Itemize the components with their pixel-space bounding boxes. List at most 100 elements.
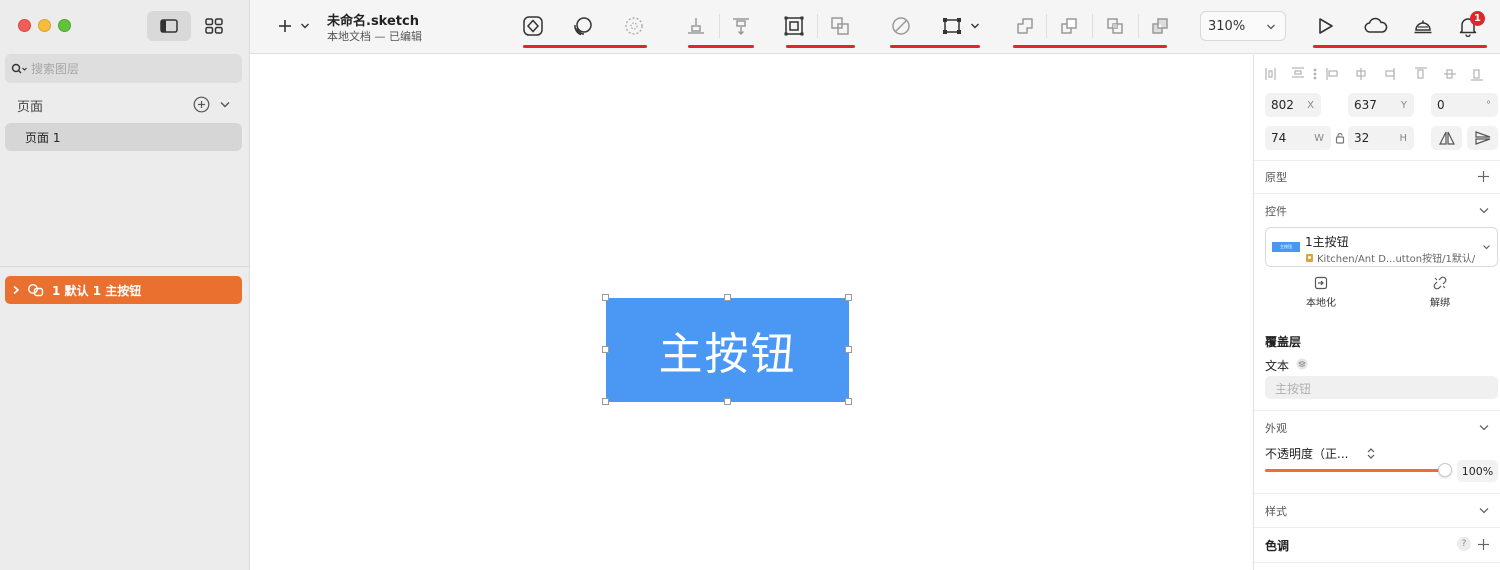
chevron-down-icon[interactable] (1478, 206, 1490, 215)
symbol-name: 1主按钮 (1305, 235, 1349, 249)
add-tint-icon[interactable] (1477, 538, 1490, 551)
updown-chevron-icon[interactable] (1366, 447, 1376, 460)
opacity-slider[interactable] (1265, 463, 1452, 477)
symbol-path-text: Kitchen/Ant D...utton按钮/1默认/ (1317, 254, 1476, 265)
toolbar-separator (1046, 14, 1047, 38)
intersect-icon (1107, 18, 1123, 34)
align-bottom-icon (688, 18, 704, 34)
shared-style-button[interactable] (568, 11, 598, 41)
resize-handle[interactable] (845, 294, 852, 301)
symbol-selector[interactable]: 主按钮 1主按钮 Kitchen/Ant D...utton按钮/1默认/ (1265, 227, 1498, 267)
zoom-window-button[interactable] (58, 19, 71, 32)
width-field[interactable]: 74 W (1265, 126, 1331, 150)
subtract-button[interactable] (1054, 11, 1084, 41)
chevron-down-icon (1483, 245, 1490, 250)
flip-horizontal-button[interactable] (1431, 126, 1462, 150)
unlink-button[interactable]: 解绑 (1410, 276, 1470, 309)
difference-icon (1152, 18, 1168, 34)
create-symbol-button[interactable] (518, 11, 548, 41)
height-unit: H (1399, 132, 1407, 144)
prototype-section-title: 原型 (1265, 171, 1287, 184)
symbol-diamond-icon (523, 16, 543, 36)
resize-menu-chevron[interactable] (960, 11, 990, 41)
opacity-slider-knob[interactable] (1438, 463, 1452, 477)
difference-button[interactable] (1145, 11, 1175, 41)
group-frame-button[interactable] (779, 11, 809, 41)
appearance-section-title: 外观 (1265, 422, 1287, 435)
symbol-thumbnail: 主按钮 (1272, 242, 1300, 252)
x-position-field[interactable]: 802 X (1265, 93, 1321, 117)
annotation-underline (523, 45, 647, 48)
play-icon (1319, 18, 1333, 34)
align-bottom-button[interactable] (681, 11, 711, 41)
rotation-field[interactable]: 0 ° (1431, 93, 1498, 117)
close-window-button[interactable] (18, 19, 31, 32)
symbol-library-path: Kitchen/Ant D...utton按钮/1默认/ (1305, 250, 1475, 265)
section-divider (1254, 160, 1500, 161)
mirror-button[interactable] (1408, 11, 1438, 41)
y-position-field[interactable]: 637 Y (1348, 93, 1414, 117)
disclosure-chevron-icon[interactable] (11, 285, 21, 295)
ungroup-button[interactable] (825, 11, 855, 41)
chevron-down-icon[interactable] (1478, 506, 1490, 515)
union-button[interactable] (1010, 11, 1040, 41)
sketch-window: 页面 页面 1 1 默认 1 主按钮 未命名.sketch 本地文档 — 已编辑 (0, 0, 1500, 570)
service-bell-icon (1414, 20, 1432, 34)
help-icon[interactable]: ? (1457, 537, 1471, 551)
collapse-pages-button[interactable] (219, 100, 231, 109)
detach-local-button[interactable]: 本地化 (1291, 276, 1351, 309)
toolbar-separator (1092, 14, 1093, 38)
search-input[interactable] (31, 61, 221, 76)
add-page-button[interactable] (193, 96, 210, 113)
chevron-down-icon[interactable] (1478, 423, 1490, 432)
insert-menu-chevron[interactable] (290, 11, 320, 41)
cloud-share-button[interactable] (1361, 11, 1391, 41)
resize-handle[interactable] (724, 294, 731, 301)
toolbar-separator (817, 14, 818, 38)
align-distribute-icons[interactable] (1264, 66, 1500, 82)
section-divider (1254, 493, 1500, 494)
pages-header: 页面 (17, 100, 44, 115)
resize-handle[interactable] (602, 294, 609, 301)
layer-search[interactable] (5, 54, 242, 83)
resize-handle[interactable] (602, 346, 609, 353)
document-status: 本地文档 — 已编辑 (327, 30, 422, 43)
layered-circles-icon (574, 17, 592, 36)
zoom-select[interactable]: 310% (1200, 11, 1286, 41)
preview-button[interactable] (1310, 11, 1340, 41)
layers-stack-icon[interactable] (1296, 358, 1308, 370)
align-top-button[interactable] (726, 11, 756, 41)
layer-item-selected[interactable]: 1 默认 1 主按钮 (5, 276, 242, 304)
resize-handle[interactable] (845, 346, 852, 353)
grid-view-button[interactable] (192, 11, 236, 41)
blend-mode-select[interactable]: 不透明度（正... (1265, 445, 1348, 462)
symbol-instance-icon (27, 283, 44, 297)
document-title: 未命名.sketch (327, 14, 419, 29)
color-variable-button[interactable] (619, 11, 649, 41)
ungroup-icon (831, 17, 849, 35)
opacity-value-field[interactable]: 100% (1457, 460, 1498, 482)
add-prototype-icon[interactable] (1477, 170, 1490, 183)
text-override-field[interactable]: 主按钮 (1265, 376, 1498, 399)
width-value: 74 (1271, 131, 1287, 145)
intersect-button[interactable] (1100, 11, 1130, 41)
section-divider (1254, 527, 1500, 528)
canvas-view-button[interactable] (147, 11, 191, 41)
mask-button[interactable] (886, 11, 916, 41)
layer-item-label: 1 默认 1 主按钮 (52, 283, 142, 298)
resize-handle[interactable] (845, 398, 852, 405)
chevron-down-icon (220, 102, 230, 108)
lock-icon[interactable] (1335, 132, 1345, 144)
minimize-window-button[interactable] (38, 19, 51, 32)
resize-handle[interactable] (724, 398, 731, 405)
text-override-label: 文本 (1265, 359, 1290, 373)
page-item[interactable]: 页面 1 (5, 123, 242, 151)
toolbar-separator (1138, 14, 1139, 38)
primary-button-symbol[interactable]: 主按钮 (606, 298, 849, 402)
detach-local-label: 本地化 (1306, 298, 1336, 309)
height-field[interactable]: 32 H (1348, 126, 1414, 150)
annotation-underline (1313, 45, 1487, 48)
resize-handle[interactable] (602, 398, 609, 405)
annotation-underline (1013, 45, 1167, 48)
flip-vertical-button[interactable] (1467, 126, 1498, 150)
